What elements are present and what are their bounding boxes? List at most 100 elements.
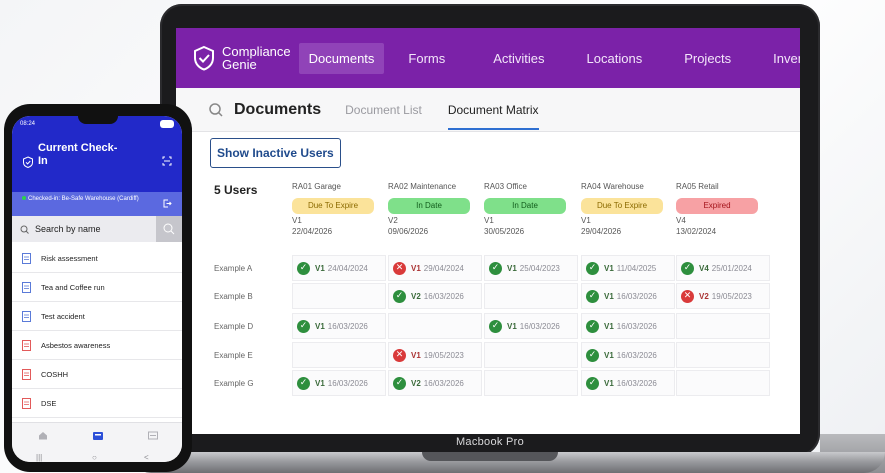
laptop-model-label: Macbook Pro bbox=[455, 436, 525, 448]
checkin-text: Checked-in: Be-Safe Warehouse (Cardiff) bbox=[28, 196, 139, 202]
logout-icon[interactable] bbox=[163, 199, 172, 208]
recents-icon[interactable]: ||| bbox=[36, 453, 42, 462]
matrix-cell[interactable]: ✓ V1 24/04/2024 bbox=[292, 255, 386, 281]
column-date: 30/05/2026 bbox=[484, 227, 525, 236]
check-circle-icon: ✓ bbox=[297, 319, 310, 333]
matrix-cell[interactable]: ✓ V4 25/01/2024 bbox=[676, 255, 770, 281]
home-icon[interactable] bbox=[38, 431, 48, 440]
cell-date: 16/03/2026 bbox=[519, 321, 560, 331]
column-date: 09/06/2026 bbox=[388, 227, 429, 236]
matrix-cell[interactable]: ✕ V1 19/05/2023 bbox=[388, 342, 482, 368]
inventory-tab-icon[interactable] bbox=[148, 431, 158, 440]
matrix-cell[interactable] bbox=[292, 342, 386, 368]
matrix-cell[interactable]: ✓ V1 11/04/2025 bbox=[581, 255, 675, 281]
nav-forms[interactable]: Forms bbox=[398, 43, 455, 74]
brand[interactable]: Compliance Genie bbox=[192, 45, 291, 71]
cell-version: V1 bbox=[604, 291, 614, 301]
list-item-label: DSE bbox=[41, 398, 57, 408]
check-circle-icon: ✓ bbox=[297, 376, 310, 390]
brand-name: Compliance Genie bbox=[222, 45, 291, 71]
cell-date: 25/01/2024 bbox=[711, 263, 752, 273]
matrix-cell[interactable]: ✓ V1 16/03/2026 bbox=[292, 313, 386, 339]
matrix-cell[interactable]: ✓ V1 16/03/2026 bbox=[581, 370, 675, 396]
matrix-cell[interactable] bbox=[484, 370, 578, 396]
nav-documents[interactable]: Documents bbox=[298, 42, 385, 74]
matrix-cell[interactable]: ✕ V2 19/05/2023 bbox=[676, 283, 770, 309]
cell-date: 16/03/2026 bbox=[616, 291, 657, 301]
cell-date: 16/03/2026 bbox=[327, 378, 368, 388]
row-label: Example B bbox=[214, 292, 253, 301]
show-inactive-users-button[interactable]: Show Inactive Users bbox=[210, 138, 341, 168]
cell-version: V1 bbox=[411, 263, 421, 273]
matrix-cell[interactable] bbox=[388, 313, 482, 339]
tab-document-matrix[interactable]: Document Matrix bbox=[447, 88, 539, 132]
cell-date: 29/04/2024 bbox=[423, 263, 464, 273]
back-icon[interactable]: < bbox=[144, 453, 149, 462]
column-date: 22/04/2026 bbox=[292, 227, 333, 236]
nav-activities[interactable]: Activities bbox=[483, 43, 554, 74]
documents-tab-icon[interactable] bbox=[92, 431, 104, 441]
matrix-cell[interactable]: ✓ V2 16/03/2026 bbox=[388, 283, 482, 309]
battery-icon bbox=[160, 120, 174, 128]
laptop-notch bbox=[422, 452, 558, 461]
search-icon bbox=[163, 223, 175, 235]
row-label: Example E bbox=[214, 351, 253, 360]
list-item[interactable]: DSE bbox=[12, 389, 182, 418]
search-input[interactable]: Search by name bbox=[12, 216, 182, 242]
list-item[interactable]: Tea and Coffee run bbox=[12, 273, 182, 302]
cell-version: V2 bbox=[411, 291, 421, 301]
cell-version: V4 bbox=[699, 263, 709, 273]
matrix-cell[interactable] bbox=[292, 283, 386, 309]
list-item[interactable]: Risk assessment bbox=[12, 244, 182, 273]
status-dot-icon bbox=[22, 196, 26, 200]
matrix-cell[interactable] bbox=[484, 342, 578, 368]
tab-document-list[interactable]: Document List bbox=[345, 88, 422, 132]
list-item[interactable]: Test accident bbox=[12, 302, 182, 331]
matrix-cell[interactable]: ✓ V2 16/03/2026 bbox=[388, 370, 482, 396]
nav-inventory[interactable]: Inventory bbox=[763, 43, 800, 74]
checkin-banner: Checked-in: Be-Safe Warehouse (Cardiff) bbox=[12, 192, 182, 216]
list-item-label: COSHH bbox=[41, 369, 69, 379]
search-placeholder: Search by name bbox=[35, 224, 101, 234]
cell-version: V1 bbox=[411, 350, 421, 360]
column-version: V4 bbox=[676, 216, 686, 225]
matrix-cell[interactable]: ✕ V1 29/04/2024 bbox=[388, 255, 482, 281]
search-button[interactable] bbox=[156, 216, 182, 242]
matrix-column-header: RA04 Warehouse Due To Expire V1 29/04/2026 bbox=[581, 182, 671, 236]
column-version: V2 bbox=[388, 216, 398, 225]
x-circle-icon: ✕ bbox=[393, 261, 406, 275]
search-icon[interactable] bbox=[208, 102, 224, 118]
matrix-cell[interactable] bbox=[676, 342, 770, 368]
matrix-cell[interactable]: ✓ V1 16/03/2026 bbox=[581, 313, 675, 339]
matrix-cell[interactable]: ✓ V1 16/03/2026 bbox=[581, 283, 675, 309]
list-item-label: Tea and Coffee run bbox=[41, 282, 105, 292]
matrix-cell[interactable]: ✓ V1 16/03/2026 bbox=[581, 342, 675, 368]
check-circle-icon: ✓ bbox=[586, 261, 599, 275]
matrix-cell[interactable]: ✓ V1 25/04/2023 bbox=[484, 255, 578, 281]
nav-locations[interactable]: Locations bbox=[577, 43, 653, 74]
matrix-cell[interactable] bbox=[676, 313, 770, 339]
scan-icon[interactable] bbox=[162, 156, 172, 166]
document-icon bbox=[22, 310, 31, 322]
matrix-cell[interactable]: ✓ V1 16/03/2026 bbox=[484, 313, 578, 339]
list-item[interactable]: COSHH bbox=[12, 360, 182, 389]
matrix-cell[interactable] bbox=[484, 283, 578, 309]
matrix-cell[interactable]: ✓ V1 16/03/2026 bbox=[292, 370, 386, 396]
check-circle-icon: ✓ bbox=[586, 319, 599, 333]
list-item[interactable]: Asbestos awareness bbox=[12, 331, 182, 360]
phone-header: 08:24 Current Check-In bbox=[12, 116, 182, 192]
x-circle-icon: ✕ bbox=[393, 348, 406, 362]
check-circle-icon: ✓ bbox=[586, 376, 599, 390]
status-badge: In Date bbox=[388, 198, 470, 214]
matrix-cell[interactable] bbox=[676, 370, 770, 396]
nav-projects[interactable]: Projects bbox=[674, 43, 741, 74]
check-circle-icon: ✓ bbox=[489, 261, 502, 275]
list-item-label: Asbestos awareness bbox=[41, 340, 111, 350]
column-name: RA01 Garage bbox=[292, 182, 341, 191]
home-button-icon[interactable]: ○ bbox=[92, 453, 97, 462]
status-badge: In Date bbox=[484, 198, 566, 214]
cell-version: V2 bbox=[699, 291, 709, 301]
check-circle-icon: ✓ bbox=[586, 289, 599, 303]
column-name: RA05 Retail bbox=[676, 182, 719, 191]
column-version: V1 bbox=[581, 216, 591, 225]
